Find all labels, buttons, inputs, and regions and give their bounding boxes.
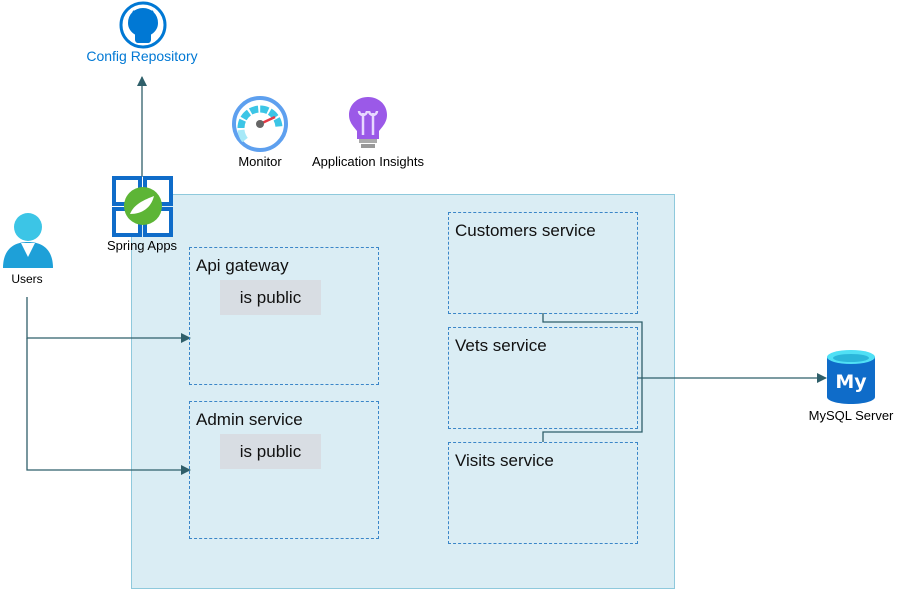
admin-service-box[interactable]: Admin service is public	[189, 401, 379, 539]
customers-service-title: Customers service	[455, 221, 596, 240]
admin-service-title: Admin service	[196, 410, 303, 429]
mysql-server-label: MySQL Server	[808, 408, 894, 423]
users-label: Users	[11, 272, 43, 286]
mysql-database-icon[interactable]: My	[825, 349, 877, 405]
users-to-admin-arrow	[26, 338, 191, 475]
spring-apps-label: Spring Apps	[106, 238, 178, 253]
monitor-gauge-icon[interactable]	[231, 95, 289, 153]
user-icon[interactable]	[1, 212, 55, 270]
spring-apps-icon[interactable]	[112, 176, 173, 237]
visits-service-box[interactable]: Visits service	[448, 442, 638, 544]
api-gateway-title: Api gateway	[196, 256, 289, 275]
api-gateway-box[interactable]: Api gateway is public	[189, 247, 379, 385]
application-insights-label: Application Insights	[311, 154, 425, 169]
lightbulb-icon[interactable]	[346, 95, 390, 153]
public-badge: is public	[220, 434, 321, 469]
users-to-api-gateway-arrow	[26, 297, 191, 343]
github-icon[interactable]	[119, 1, 167, 49]
monitor-label: Monitor	[238, 154, 282, 169]
visits-service-title: Visits service	[455, 451, 554, 470]
vets-service-box[interactable]: Vets service	[448, 327, 638, 429]
customers-service-box[interactable]: Customers service	[448, 212, 638, 314]
mysql-glyph: My	[835, 371, 867, 393]
vets-service-title: Vets service	[455, 336, 547, 355]
config-repository-label: Config Repository	[86, 48, 198, 64]
public-badge: is public	[220, 280, 321, 315]
